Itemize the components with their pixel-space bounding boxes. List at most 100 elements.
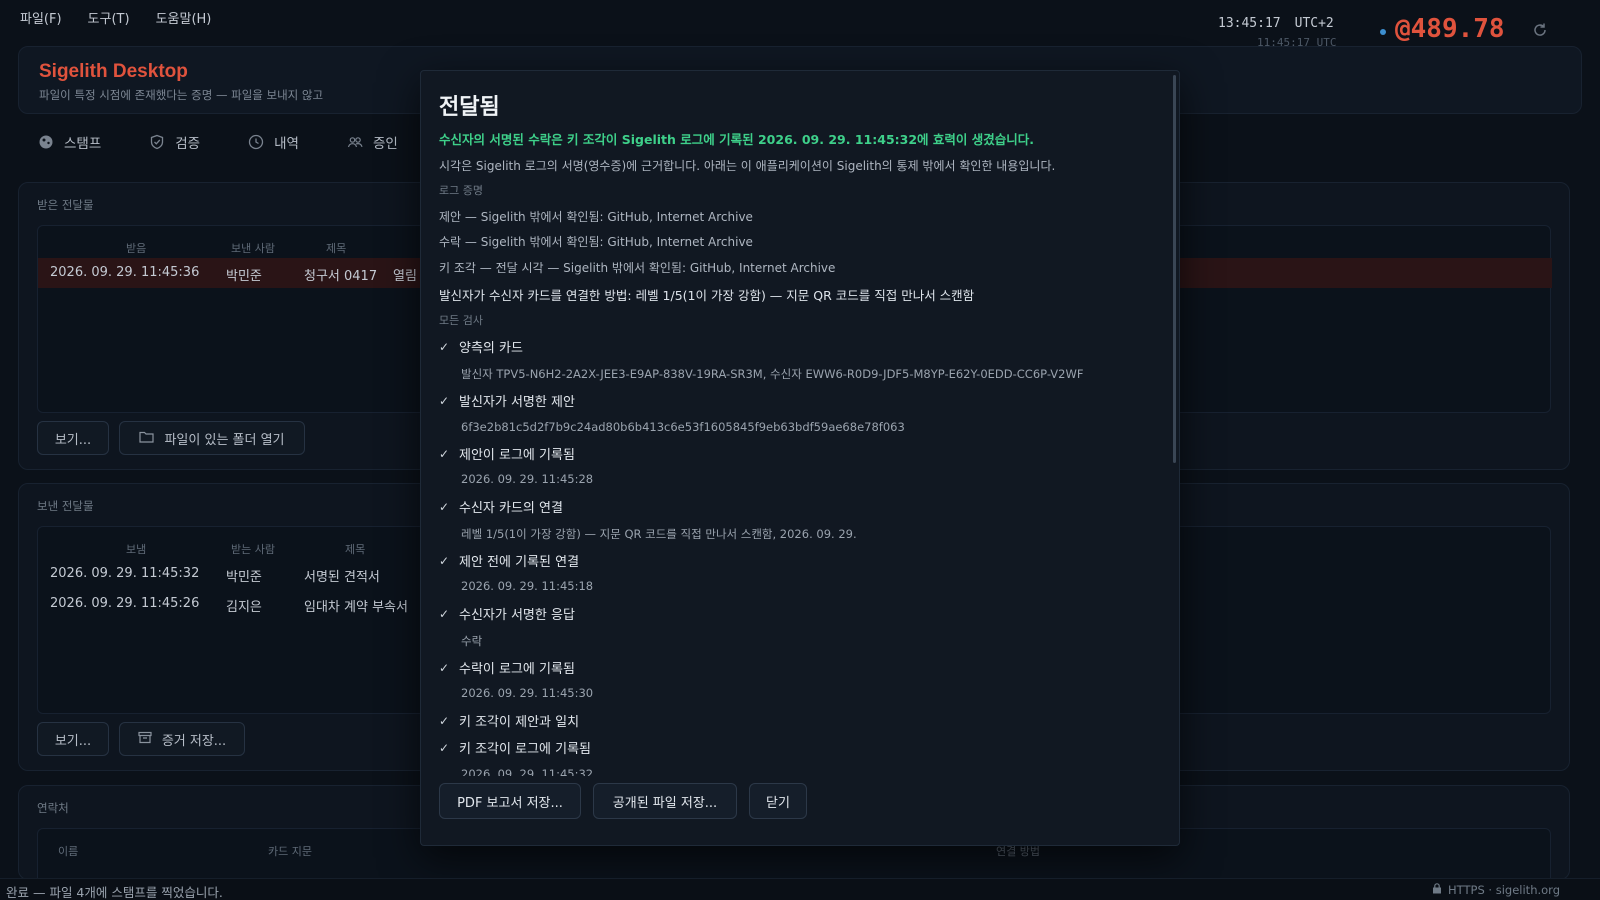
tab-stamp[interactable]: 스탬프 (38, 132, 101, 152)
local-time: 13:45:17 (1218, 16, 1281, 31)
save-pdf-label: PDF 보고서 저장... (457, 795, 563, 811)
check-detail: 2026. 09. 29. 11:45:28 (461, 472, 594, 486)
log-proof-item: 제안 — Sigelith 밖에서 확인됨: GitHub, Internet … (439, 210, 753, 224)
save-public-label: 공개된 파일 저장... (612, 795, 718, 811)
save-evidence-button[interactable]: 증거 저장... (119, 722, 245, 756)
check-icon: ✓ (439, 499, 450, 514)
check-detail: 6f3e2b81c5d2f7b9c24ad80b6b413c6e53f16058… (461, 420, 905, 434)
row-person: 박민준 (226, 570, 262, 585)
row-date: 2026. 09. 29. 11:45:32 (50, 566, 200, 581)
status-dot (1380, 29, 1386, 35)
check-detail: 2026. 09. 29. 11:45:32 (461, 767, 594, 776)
log-proof-item: 수락 — Sigelith 밖에서 확인됨: GitHub, Internet … (439, 235, 753, 249)
view-sent-label: 보기... (54, 733, 92, 749)
row-subject: 서명된 견적서 (304, 570, 380, 585)
check-label: 발신자가 서명한 제안 (459, 395, 575, 410)
column-header-recipient[interactable]: 받는 사람 (231, 541, 275, 557)
row-person: 박민준 (226, 269, 262, 284)
row-date: 2026. 09. 29. 11:45:26 (50, 596, 200, 611)
refresh-icon[interactable] (1532, 22, 1548, 38)
check-item: ✓ 제안이 로그에 기록됨 (439, 444, 575, 464)
check-label: 양측의 카드 (459, 341, 523, 356)
link-method: 발신자가 수신자 카드를 연결한 방법: 레벨 1/5(1이 가장 강함) — … (439, 288, 975, 303)
check-icon: ✓ (439, 339, 450, 354)
received-title: 받은 전달물 (37, 198, 94, 212)
menu-help[interactable]: 도움말(H) (156, 8, 212, 27)
status-bar: 완료 — 파일 4개에 스탬프를 찍었습니다. HTTPS · sigelith… (0, 878, 1600, 900)
column-header-subject[interactable]: 제목 (326, 240, 346, 256)
dialog-note: 시각은 Sigelith 로그의 서명(영수증)에 근거합니다. 아래는 이 애… (439, 159, 1056, 173)
tab-history-label: 내역 (274, 136, 299, 152)
column-header-sender[interactable]: 보낸 사람 (231, 240, 275, 256)
check-label: 수락이 로그에 기록됨 (459, 662, 575, 677)
tab-verify[interactable]: 검증 (149, 132, 200, 152)
dialog-scrollbar[interactable] (1173, 75, 1176, 463)
check-detail: 2026. 09. 29. 11:45:18 (461, 579, 594, 593)
all-checks-label: 모든 검사 (439, 314, 483, 327)
people-icon (347, 134, 363, 150)
check-detail: 발신자 TPV5-N6H2-2A2X-JEE3-E9AP-838V-19RA-S… (461, 367, 1084, 381)
check-icon: ✓ (439, 713, 450, 728)
check-label: 수신자가 서명한 응답 (459, 608, 575, 623)
dialog-scroll-area[interactable]: 전달됨 수신자의 서명된 수락은 키 조각이 Sigelith 로그에 기록된 … (421, 71, 1179, 776)
check-item: ✓ 발신자가 서명한 제안 (439, 391, 575, 411)
local-clock: 13:45:17 UTC+2 (1218, 16, 1368, 31)
sent-title: 보낸 전달물 (37, 499, 94, 513)
column-header-name[interactable]: 이름 (58, 843, 78, 859)
dialog-title: 전달됨 (439, 95, 500, 120)
log-proof-item: 키 조각 — 전달 시각 — Sigelith 밖에서 확인됨: GitHub,… (439, 261, 836, 275)
app-title: Sigelith Desktop (39, 61, 188, 82)
column-header-subject[interactable]: 제목 (345, 541, 365, 557)
check-item: ✓ 키 조각이 제안과 일치 (439, 711, 580, 731)
view-sent-button[interactable]: 보기... (37, 722, 109, 756)
log-proof-label: 로그 증명 (439, 184, 483, 197)
open-folder-button[interactable]: 파일이 있는 폴더 열기 (119, 421, 305, 455)
row-date: 2026. 09. 29. 11:45:36 (50, 265, 200, 280)
open-folder-label: 파일이 있는 폴더 열기 (164, 432, 285, 448)
check-item: ✓ 제안 전에 기록된 연결 (439, 551, 580, 571)
tab-witness-label: 증인 (372, 136, 398, 152)
main-tabs: 스탬프 검증 내역 증인 (38, 132, 446, 152)
check-label: 키 조각이 제안과 일치 (459, 715, 580, 730)
check-label: 수신자 카드의 연결 (459, 501, 563, 516)
check-label: 제안이 로그에 기록됨 (459, 448, 575, 463)
secure-indicator: HTTPS · sigelith.org (1432, 883, 1560, 897)
view-received-label: 보기... (54, 432, 92, 448)
close-label: 닫기 (766, 795, 790, 811)
menu-tools[interactable]: 도구(T) (88, 8, 130, 27)
timezone: UTC+2 (1294, 16, 1334, 31)
menu-file[interactable]: 파일(F) (20, 8, 62, 27)
tab-verify-label: 검증 (175, 136, 201, 152)
column-header-fingerprint[interactable]: 카드 지문 (268, 843, 312, 859)
utc-clock: 11:45:17 UTC (1257, 36, 1337, 49)
check-icon: ✓ (439, 660, 450, 675)
check-label: 제안 전에 기록된 연결 (459, 555, 580, 570)
save-evidence-label: 증거 저장... (161, 733, 227, 749)
save-pdf-button[interactable]: PDF 보고서 저장... (439, 783, 581, 819)
check-item: ✓ 수신자 카드의 연결 (439, 497, 563, 517)
shield-icon (149, 134, 165, 150)
check-detail: 수락 (461, 634, 483, 648)
secure-text: HTTPS · sigelith.org (1448, 883, 1560, 897)
check-item: ✓ 수락이 로그에 기록됨 (439, 658, 575, 678)
check-label: 키 조각이 로그에 기록됨 (459, 742, 591, 757)
check-item: ✓ 수신자가 서명한 응답 (439, 604, 575, 624)
folder-icon (139, 430, 155, 447)
check-icon: ✓ (439, 606, 450, 621)
column-header-sent[interactable]: 보냄 (126, 541, 146, 557)
tab-stamp-label: 스탬프 (64, 136, 102, 152)
view-received-button[interactable]: 보기... (37, 421, 109, 455)
tab-history[interactable]: 내역 (248, 132, 299, 152)
check-icon: ✓ (439, 553, 450, 568)
app-subtitle: 파일이 특정 시점에 존재했다는 증명 — 파일을 보내지 않고 (39, 88, 324, 102)
contacts-title: 연락처 (37, 801, 69, 815)
check-icon: ✓ (439, 740, 450, 755)
row-subject: 청구서 0417 (304, 269, 378, 284)
save-public-file-button[interactable]: 공개된 파일 저장... (593, 783, 737, 819)
check-detail: 레벨 1/5(1이 가장 강함) — 지문 QR 코드를 직접 만나서 스캔함,… (461, 527, 857, 541)
row-status: 열림 (393, 269, 417, 284)
delivered-dialog: 전달됨 수신자의 서명된 수락은 키 조각이 Sigelith 로그에 기록된 … (420, 70, 1180, 846)
close-button[interactable]: 닫기 (749, 783, 807, 819)
tab-witness[interactable]: 증인 (347, 132, 398, 152)
column-header-received[interactable]: 받음 (126, 240, 146, 256)
